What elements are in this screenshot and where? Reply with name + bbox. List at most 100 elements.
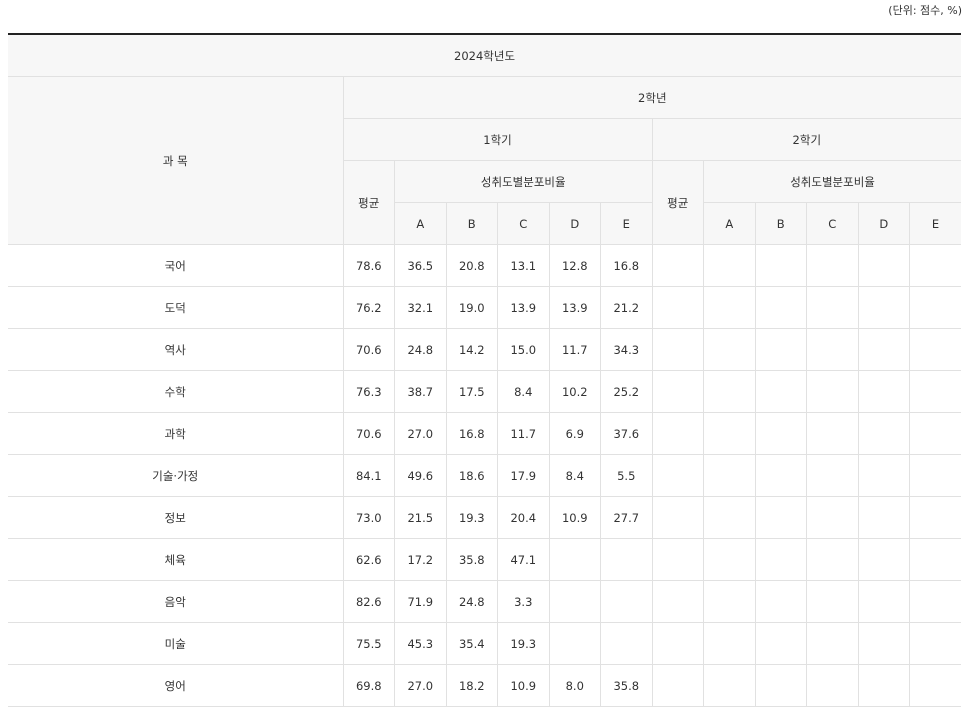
s1-level-a-cell: 24.8 (394, 328, 447, 371)
s2-level-b-header: B (754, 202, 807, 245)
s1-level-b-cell: 35.4 (445, 622, 498, 665)
s1-level-e-cell: 25.2 (600, 370, 653, 413)
s2-level-b-cell (754, 664, 807, 707)
s2-level-d-cell (857, 328, 910, 371)
s1-level-a-cell: 27.0 (394, 412, 447, 455)
s2-average-cell (651, 454, 704, 497)
table-row: 미술 75.5 45.3 35.4 19.3 (8, 622, 962, 665)
s2-level-d-cell (857, 412, 910, 455)
s1-level-b-cell: 20.8 (445, 244, 498, 287)
s2-average-cell (651, 328, 704, 371)
s1-level-c-header: C (497, 202, 550, 245)
s1-level-d-cell: 12.8 (548, 244, 601, 287)
s2-level-c-cell (806, 412, 859, 455)
s2-level-a-cell (703, 664, 756, 707)
semester-1-header: 1학기 (343, 118, 653, 161)
s2-level-e-cell (909, 412, 962, 455)
s2-level-d-header: D (857, 202, 910, 245)
s1-level-a-cell: 38.7 (394, 370, 447, 413)
s1-average-cell: 75.5 (342, 622, 395, 665)
s1-average-cell: 73.0 (342, 496, 395, 539)
s2-level-c-cell (806, 328, 859, 371)
s1-level-a-cell: 32.1 (394, 286, 447, 329)
s2-level-c-cell (806, 664, 859, 707)
s2-level-a-cell (703, 580, 756, 623)
s2-level-a-header: A (703, 202, 756, 245)
s1-level-b-cell: 14.2 (445, 328, 498, 371)
s1-level-a-cell: 36.5 (394, 244, 447, 287)
s2-level-b-cell (754, 412, 807, 455)
s2-level-a-cell (703, 538, 756, 581)
table-row: 국어 78.6 36.5 20.8 13.1 12.8 16.8 (8, 244, 962, 287)
s2-level-c-cell (806, 538, 859, 581)
semester-2-header: 2학기 (651, 118, 962, 161)
s1-average-cell: 78.6 (342, 244, 395, 287)
s2-level-c-cell (806, 580, 859, 623)
subject-cell: 미술 (8, 622, 344, 665)
s2-average-cell (651, 370, 704, 413)
s1-level-b-cell: 19.3 (445, 496, 498, 539)
subject-cell: 기술·가정 (8, 454, 344, 497)
semester-2-average-header: 평균 (651, 160, 704, 245)
table-row: 수학 76.3 38.7 17.5 8.4 10.2 25.2 (8, 370, 962, 413)
s2-average-cell (651, 538, 704, 581)
table-body: 국어 78.6 36.5 20.8 13.1 12.8 16.8 도덕 76.2 32.1 19.0… (8, 244, 962, 707)
s1-level-d-cell: 10.9 (548, 496, 601, 539)
s2-level-a-cell (703, 328, 756, 371)
subject-column-header: 과 목 (8, 76, 344, 245)
s1-level-c-cell: 10.9 (497, 664, 550, 707)
s1-average-cell: 84.1 (342, 454, 395, 497)
s2-level-e-header: E (909, 202, 962, 245)
s1-level-e-cell (600, 580, 653, 623)
year-header: 2024학년도 (8, 34, 962, 77)
s1-level-e-header: E (600, 202, 653, 245)
s1-level-a-header: A (394, 202, 447, 245)
s2-average-cell (651, 580, 704, 623)
s1-level-c-cell: 15.0 (497, 328, 550, 371)
s1-level-b-cell: 35.8 (445, 538, 498, 581)
s2-level-e-cell (909, 328, 962, 371)
table-row: 역사 70.6 24.8 14.2 15.0 11.7 34.3 (8, 328, 962, 371)
s2-level-b-cell (754, 580, 807, 623)
s1-average-cell: 82.6 (342, 580, 395, 623)
s1-level-e-cell (600, 538, 653, 581)
table-row: 음악 82.6 71.9 24.8 3.3 (8, 580, 962, 623)
s2-level-d-cell (857, 244, 910, 287)
s1-average-cell: 62.6 (342, 538, 395, 581)
s2-level-d-cell (857, 664, 910, 707)
s1-level-e-cell: 16.8 (600, 244, 653, 287)
achievement-table: 2024학년도 과 목 2학년 1학기 2학기 평균 성취도별분포비율 평균 성… (8, 33, 962, 707)
s2-level-d-cell (857, 538, 910, 581)
s2-level-d-cell (857, 370, 910, 413)
s1-level-a-cell: 21.5 (394, 496, 447, 539)
s1-level-e-cell: 37.6 (600, 412, 653, 455)
s1-level-c-cell: 11.7 (497, 412, 550, 455)
subject-cell: 과학 (8, 412, 344, 455)
s2-level-e-cell (909, 580, 962, 623)
s1-level-e-cell (600, 622, 653, 665)
s1-level-d-cell (548, 580, 601, 623)
subject-cell: 국어 (8, 244, 344, 287)
s2-level-b-cell (754, 328, 807, 371)
s2-level-b-cell (754, 538, 807, 581)
s2-average-cell (651, 244, 704, 287)
s1-level-b-cell: 17.5 (445, 370, 498, 413)
s1-level-e-cell: 21.2 (600, 286, 653, 329)
s1-average-cell: 76.2 (342, 286, 395, 329)
s2-level-d-cell (857, 622, 910, 665)
s1-level-c-cell: 17.9 (497, 454, 550, 497)
s1-level-c-cell: 47.1 (497, 538, 550, 581)
s2-level-a-cell (703, 496, 756, 539)
s1-level-a-cell: 71.9 (394, 580, 447, 623)
subject-cell: 체육 (8, 538, 344, 581)
s2-level-b-cell (754, 244, 807, 287)
subject-cell: 수학 (8, 370, 344, 413)
s1-level-c-cell: 19.3 (497, 622, 550, 665)
s2-level-c-cell (806, 496, 859, 539)
s2-level-d-cell (857, 454, 910, 497)
s1-level-d-cell: 8.4 (548, 454, 601, 497)
subject-cell: 영어 (8, 664, 344, 707)
s2-level-c-cell (806, 370, 859, 413)
s2-level-a-cell (703, 370, 756, 413)
s2-average-cell (651, 412, 704, 455)
